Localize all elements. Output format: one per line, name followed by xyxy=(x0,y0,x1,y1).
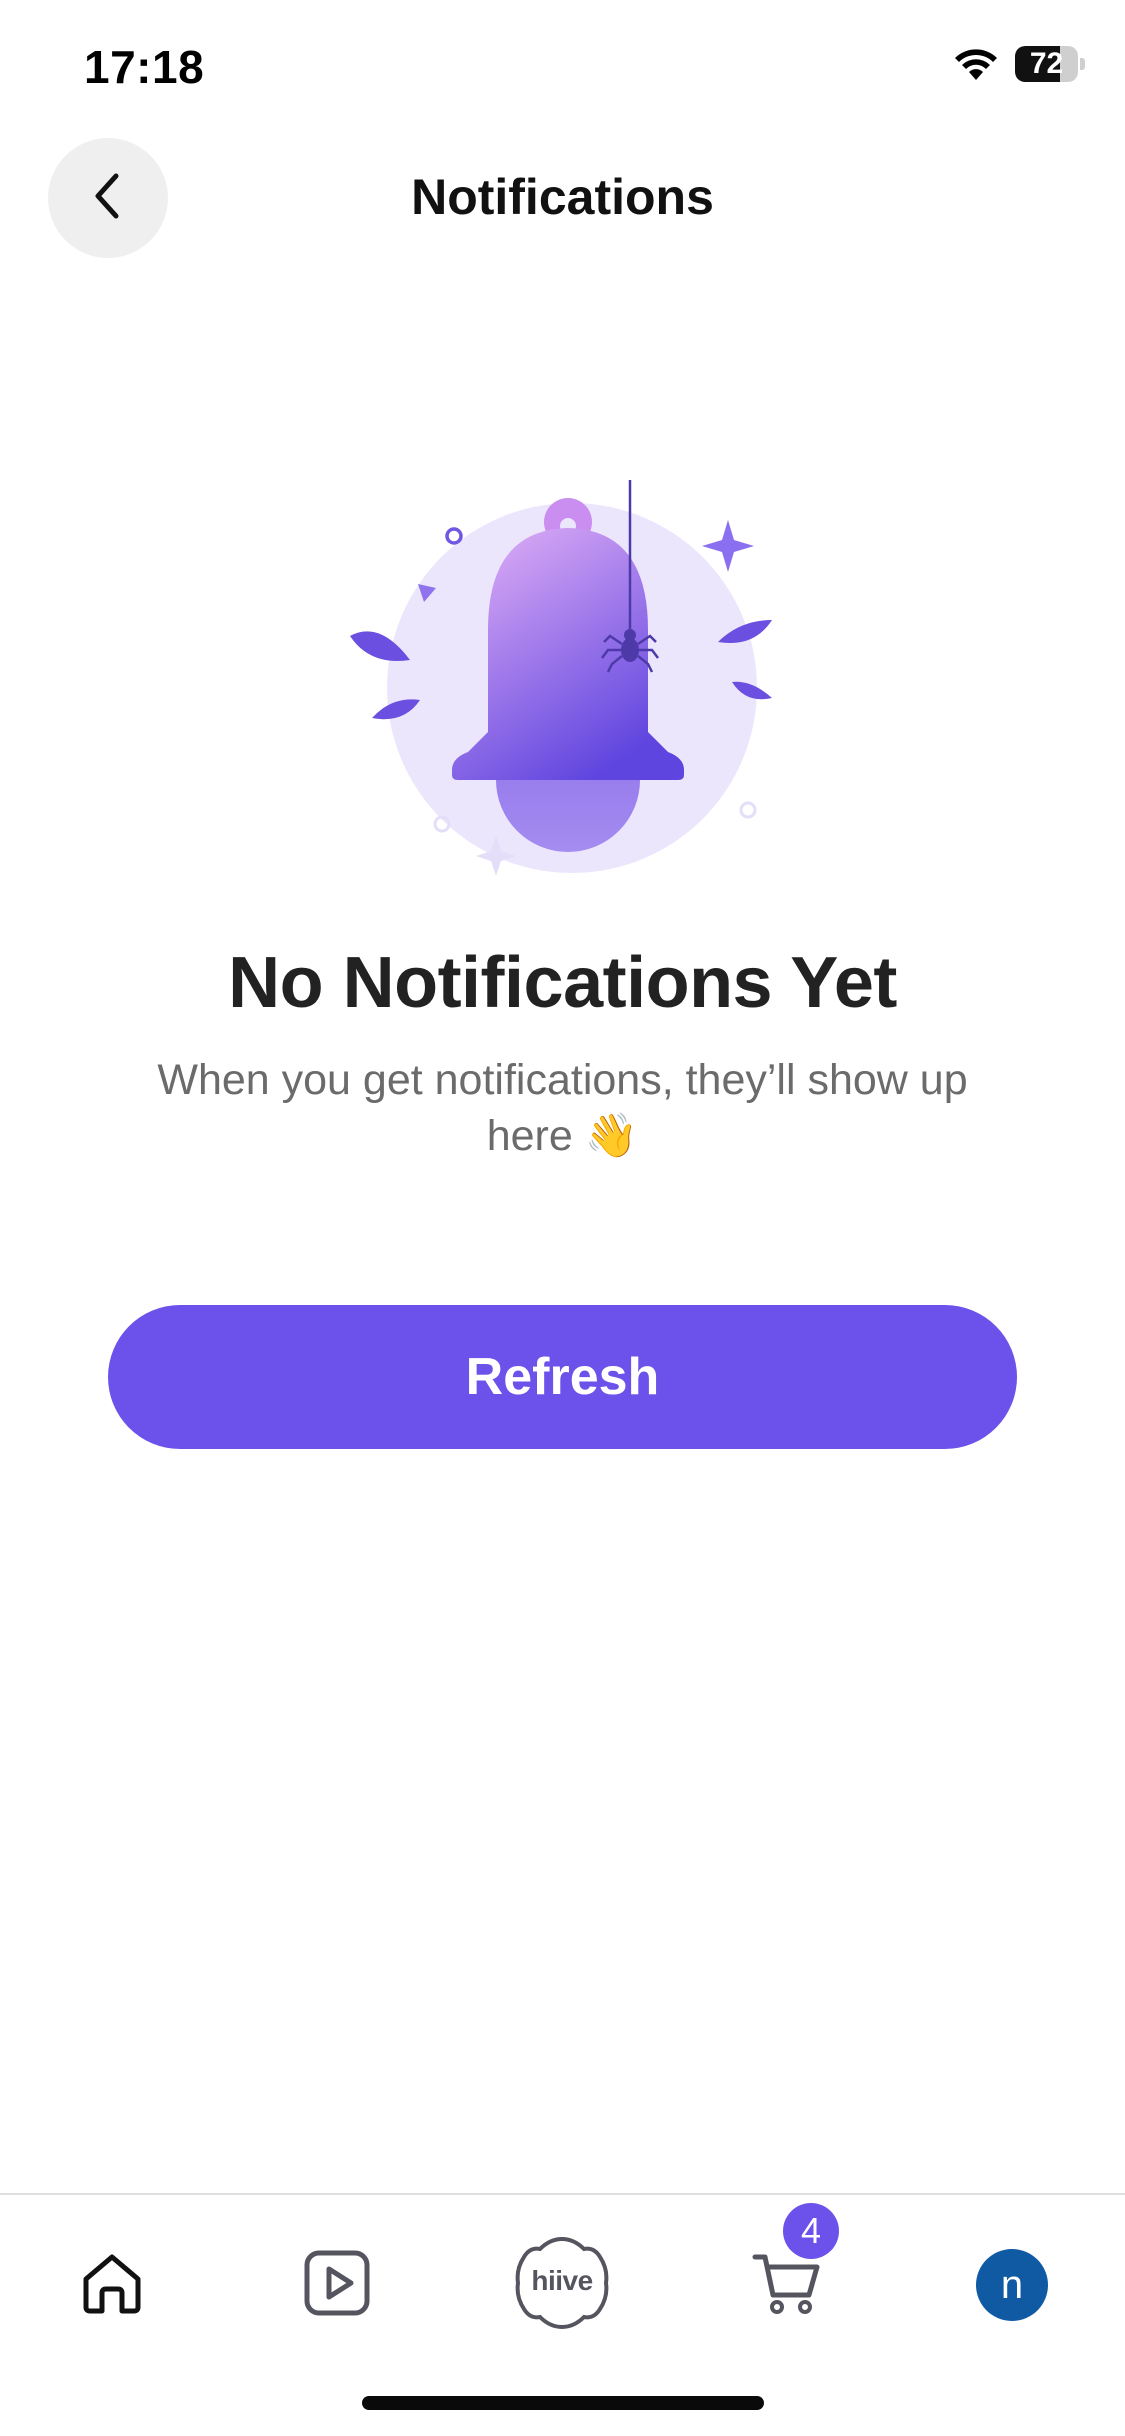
bell-with-spider-illustration xyxy=(340,470,785,890)
page-title: Notifications xyxy=(411,169,714,225)
wifi-icon xyxy=(953,46,999,82)
refresh-button[interactable]: Refresh xyxy=(108,1305,1017,1449)
empty-state-subtitle: When you get notifications, they’ll show… xyxy=(157,1056,968,1160)
header: Notifications xyxy=(0,130,1125,270)
home-icon xyxy=(76,2247,148,2324)
hiive-logo-text: hiive xyxy=(531,2265,593,2296)
empty-state-title: No Notifications Yet xyxy=(228,943,897,1023)
status-indicators: 72 xyxy=(953,46,1085,82)
avatar: n xyxy=(976,2249,1048,2321)
tab-profile[interactable]: n xyxy=(952,2225,1072,2345)
status-bar: 17:18 72 xyxy=(0,0,1125,130)
tab-home[interactable] xyxy=(52,2225,172,2345)
tab-cart[interactable]: 4 xyxy=(727,2203,847,2345)
play-icon xyxy=(301,2247,373,2324)
battery-icon: 72 xyxy=(1015,46,1085,82)
battery-level: 72 xyxy=(1029,47,1064,80)
cart-badge: 4 xyxy=(783,2203,839,2259)
tab-hiive[interactable]: hiive xyxy=(502,2225,622,2345)
status-time: 17:18 xyxy=(84,41,205,93)
notifications-screen: 17:18 72 Notifications No Notifications … xyxy=(0,0,1125,2436)
tab-video[interactable] xyxy=(277,2225,397,2345)
home-indicator xyxy=(362,2396,764,2410)
